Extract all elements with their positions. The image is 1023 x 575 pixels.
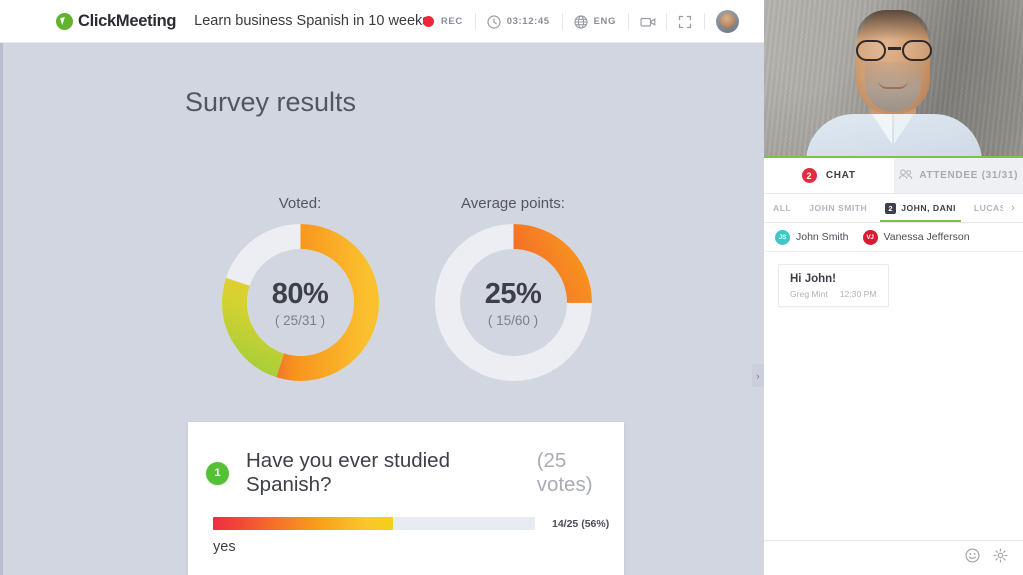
subtab-john-smith[interactable]: JOHN SMITH: [800, 194, 876, 222]
presenter-figure: [805, 2, 982, 158]
message-text: Hi John!: [790, 273, 836, 285]
voted-donut-chart: 80% ( 25/31 ): [219, 221, 382, 384]
clickmeeting-logo-icon: [56, 12, 73, 30]
top-toolbar-actions: REC 03:12:45 ENG: [411, 0, 751, 43]
participant-chip[interactable]: JS John Smith: [775, 229, 849, 245]
gear-icon[interactable]: [993, 548, 1008, 568]
language-value: ENG: [593, 16, 616, 27]
survey-answers-list: 14/25 (56%) yes 11/25 (44%) no: [188, 517, 624, 575]
participant-name: Vanessa Jefferson: [883, 231, 970, 243]
people-icon: [898, 168, 913, 183]
tab-chat[interactable]: 2 CHAT: [764, 158, 894, 193]
message-meta: Greg Mint 12:30 PM: [790, 289, 877, 299]
clock-icon: [487, 14, 501, 29]
chat-message-list: › Hi John! Greg Mint 12:30 PM: [752, 252, 1023, 492]
chevron-right-icon: ›: [756, 370, 760, 381]
participant-avatar: VJ: [862, 229, 878, 245]
presentation-stage: Survey results Voted: 80% (25/31) Aver…: [0, 43, 764, 575]
glasses-lens-right: [901, 40, 932, 61]
survey-question-header: 1 Have you ever studied Spanish? (25 vot…: [188, 422, 624, 497]
host-avatar: [716, 10, 739, 33]
answer-bar-row: 14/25 (56%): [213, 517, 624, 530]
presenter-collar-left: [871, 114, 892, 144]
chat-input-toolbar: [764, 540, 1023, 575]
voted-percent: 80%: [271, 277, 329, 310]
chat-unread-badge: 2: [801, 168, 817, 183]
clickmeeting-webinar-window: ClickMeeting Learn business Spanish in 1…: [0, 0, 1023, 575]
brand-logo[interactable]: ClickMeeting: [56, 12, 176, 31]
presenter-collar-right: [893, 114, 914, 144]
top-toolbar: ClickMeeting Learn business Spanish in 1…: [0, 0, 764, 43]
answer-label: yes: [213, 539, 236, 555]
conversation-participants: JS John Smith VJ Vanessa Jefferson: [764, 223, 1023, 252]
chat-message: Hi John! Greg Mint 12:30 PM: [778, 264, 889, 307]
presenter-glasses: [854, 40, 934, 62]
language-selector[interactable]: ENG: [561, 0, 628, 43]
subtab-john-smith-label: JOHN SMITH: [809, 203, 868, 213]
glasses-bridge: [887, 47, 901, 50]
average-points-fraction: ( 15/60 ): [487, 312, 539, 328]
room-title: Learn business Spanish in 10 weeks: [194, 13, 430, 29]
voted-fraction: ( 25/31 ): [274, 312, 326, 328]
participant-avatar: JS: [775, 229, 790, 245]
question-votes-count: (25 votes): [536, 449, 593, 496]
chat-conversation-tabs: ALL JOHN SMITH 2 JOHN, DANI LUCAS G ›: [764, 194, 1023, 223]
average-points-donut-caption: Average points:: [461, 195, 565, 212]
fullscreen-button[interactable]: [666, 0, 704, 43]
average-points-donut-center: 25% ( 15/60 ): [432, 221, 595, 384]
survey-question-card: 1 Have you ever studied Spanish? (25 vot…: [188, 422, 624, 575]
sidebar-collapse-handle[interactable]: ›: [752, 364, 764, 387]
average-points-percent: 25%: [484, 277, 542, 310]
record-status[interactable]: REC: [411, 0, 475, 43]
chat-panel-tabs: 2 CHAT ATTENDEE (31/31): [764, 158, 1023, 194]
question-text: Have you ever studied Spanish?: [246, 449, 450, 496]
question-number-badge: 1: [206, 461, 229, 485]
subtab-all-label: ALL: [773, 203, 792, 213]
presenter-smile: [877, 80, 908, 89]
session-timer: 03:12:45: [474, 0, 562, 43]
voted-donut-center: 80% ( 25/31 ): [219, 221, 382, 384]
presenter-video-feed[interactable]: [764, 0, 1023, 158]
tab-chat-label: CHAT: [825, 170, 856, 181]
message-time: 12:30 PM: [839, 289, 877, 299]
chevron-right-icon[interactable]: ›: [1003, 194, 1023, 222]
subtab-john-dani-label: JOHN, DANI: [901, 203, 956, 213]
answer-bar-fill: [213, 517, 394, 530]
tab-attendee[interactable]: ATTENDEE (31/31): [893, 158, 1023, 193]
subtab-all[interactable]: ALL: [764, 194, 800, 222]
voted-donut-caption: Voted:: [278, 195, 322, 212]
host-avatar-button[interactable]: [704, 0, 751, 43]
answer-bar-track: [213, 517, 535, 530]
timer-value: 03:12:45: [506, 16, 550, 27]
participant-chip[interactable]: VJ Vanessa Jefferson: [862, 229, 970, 245]
average-points-donut-block: Average points: 25% ( 15/60 ): [430, 195, 596, 384]
right-sidebar: 2 CHAT ATTENDEE (31/31) ALL JOHN SMITH 2…: [752, 0, 1023, 575]
subtab-unread-badge: 2: [885, 202, 897, 214]
video-accent-line: [764, 156, 1023, 158]
video-camera-icon: [640, 15, 656, 29]
record-dot-icon: [422, 16, 434, 27]
camera-toggle-button[interactable]: [628, 0, 666, 43]
record-label: REC: [440, 16, 463, 27]
fullscreen-expand-icon: [678, 15, 692, 29]
message-author: Greg Mint: [790, 289, 828, 299]
brand-name: ClickMeeting: [78, 11, 177, 30]
survey-answer-row: 14/25 (56%) yes: [213, 517, 624, 555]
presenter-hair: [855, 10, 930, 40]
tab-attendee-label: ATTENDEE (31/31): [919, 170, 1019, 181]
glasses-lens-left: [855, 40, 886, 61]
globe-icon: [574, 14, 588, 29]
smiley-face-icon[interactable]: [965, 548, 980, 568]
participant-name: John Smith: [796, 231, 849, 243]
subtab-john-dani[interactable]: 2 JOHN, DANI: [876, 194, 965, 222]
average-points-donut-chart: 25% ( 15/60 ): [432, 221, 595, 384]
page-title: Survey results: [185, 87, 357, 117]
answer-stat: 14/25 (56%): [552, 517, 610, 530]
voted-donut-block: Voted: 80% (25/31): [217, 195, 383, 384]
